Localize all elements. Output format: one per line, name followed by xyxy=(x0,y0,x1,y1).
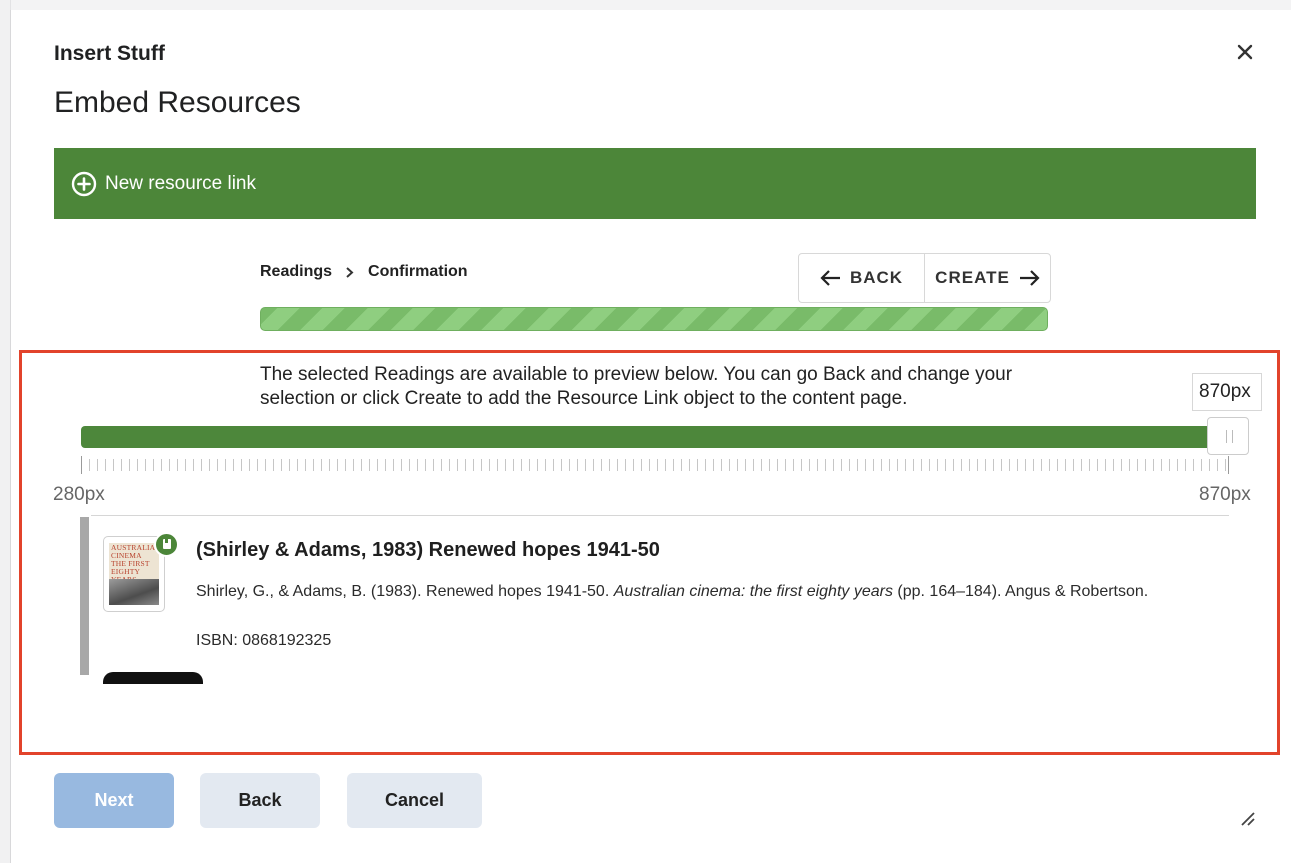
wizard-progress-bar xyxy=(260,307,1048,331)
preview-next-item xyxy=(103,672,203,684)
wizard-nav: BACK CREATE xyxy=(798,253,1051,303)
tick-max xyxy=(1228,456,1229,474)
new-resource-link-button[interactable]: New resource link xyxy=(71,171,256,197)
plus-circle-icon xyxy=(71,171,97,196)
book-cover-image: AUSTRALIANCINEMATHE FIRSTEIGHTYYEARS xyxy=(109,543,161,605)
tick-min xyxy=(81,456,82,474)
slider-min-label: 280px xyxy=(53,484,105,505)
width-slider-handle[interactable] xyxy=(1207,417,1249,455)
close-icon xyxy=(1237,44,1253,60)
breadcrumb-readings: Readings xyxy=(260,263,333,280)
slider-ticks xyxy=(81,459,1229,471)
resource-citation: Shirley, G., & Adams, B. (1983). Renewed… xyxy=(196,580,1206,603)
back-button[interactable]: Back xyxy=(200,773,320,828)
dialog-title: Insert Stuff xyxy=(54,42,165,65)
bookmark-badge xyxy=(154,532,179,557)
cancel-button[interactable]: Cancel xyxy=(347,773,482,828)
close-button[interactable] xyxy=(1233,40,1257,64)
breadcrumb: Readings Confirmation xyxy=(260,263,468,281)
preview-left-bar xyxy=(80,517,89,675)
backdrop-page xyxy=(0,0,1291,10)
resource-title: (Shirley & Adams, 1983) Renewed hopes 19… xyxy=(196,539,660,561)
citation-book-title: Australian cinema: the first eighty year… xyxy=(613,583,893,600)
resize-handle-icon[interactable] xyxy=(1239,810,1255,826)
slider-max-label: 870px xyxy=(1199,484,1251,505)
wizard-back-label: BACK xyxy=(849,268,904,287)
preview-divider xyxy=(91,515,1229,516)
book-cover-text: AUSTRALIANCINEMATHE FIRSTEIGHTYYEARS xyxy=(111,543,161,584)
citation-tail: (pp. 164–184). Angus & Robertson. xyxy=(892,583,1149,600)
width-value-field[interactable]: 870px xyxy=(1192,373,1262,411)
arrow-left-icon xyxy=(820,270,840,286)
insert-stuff-dialog: Insert Stuff Embed Resources New resourc… xyxy=(10,10,1291,863)
next-button[interactable]: Next xyxy=(54,773,174,828)
chevron-right-icon xyxy=(344,265,356,279)
arrow-right-icon xyxy=(1019,270,1040,286)
breadcrumb-confirmation: Confirmation xyxy=(368,263,468,280)
new-resource-link-label: New resource link xyxy=(105,172,256,194)
resource-isbn: ISBN: 0868192325 xyxy=(196,632,332,649)
resource-header-bar: New resource link xyxy=(54,148,1256,219)
wizard-create-button[interactable]: CREATE xyxy=(924,254,1050,302)
wizard-back-button[interactable]: BACK xyxy=(799,254,924,302)
width-slider-track[interactable] xyxy=(81,426,1241,448)
page-title: Embed Resources xyxy=(54,86,301,119)
preview-message: The selected Readings are available to p… xyxy=(260,364,1013,409)
citation-lead: Shirley, G., & Adams, B. (1983). Renewed… xyxy=(196,583,614,600)
wizard-create-label: CREATE xyxy=(935,268,1010,287)
bookmark-icon xyxy=(163,539,171,549)
cover-photo xyxy=(109,579,159,605)
